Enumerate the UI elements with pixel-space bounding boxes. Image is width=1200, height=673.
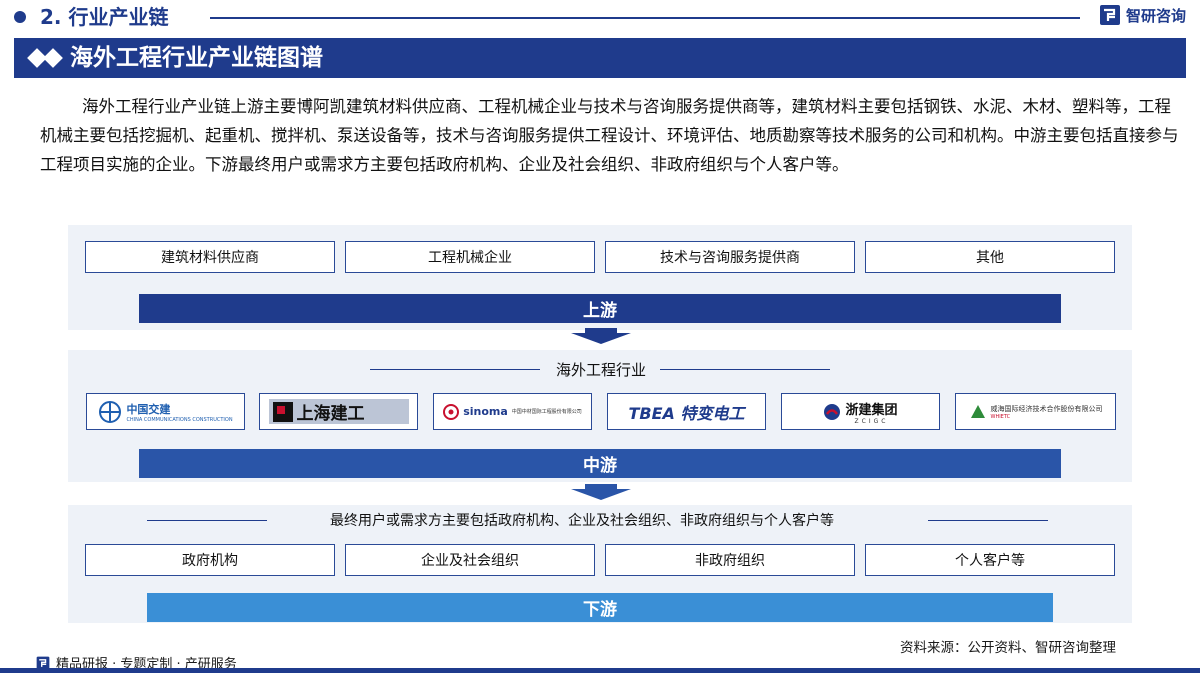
whietc-emblem-icon xyxy=(970,404,985,418)
logo-text: sinoma xyxy=(463,405,508,418)
midstream-band: 中游 xyxy=(139,449,1061,478)
logo-whietc: 威海国际经济技术合作股份有限公司 WHIETC xyxy=(955,393,1116,430)
upstream-item: 工程机械企业 xyxy=(345,241,595,273)
diamond-icon xyxy=(43,48,63,68)
brand-logo: 智研咨询 xyxy=(1099,4,1186,26)
down-arrow-icon xyxy=(571,489,631,500)
upstream-item: 其他 xyxy=(865,241,1115,273)
logo-text: 威海国际经济技术合作股份有限公司 xyxy=(990,404,1103,413)
logo-zcigc: 浙建集团 ZCIGC xyxy=(781,393,940,430)
logo-text: 中国交建 xyxy=(126,402,171,416)
logo-subtext: WHIETC xyxy=(990,413,1011,420)
logo-subtext: 中国中材国际工程股份有限公司 xyxy=(511,408,582,415)
title-rule-left xyxy=(370,369,540,370)
logo-cccc: 中国交建 CHINA COMMUNICATIONS CONSTRUCTION xyxy=(86,393,245,430)
banner-title-bar: 海外工程行业产业链图谱 xyxy=(14,38,1186,78)
scg-emblem-icon xyxy=(272,401,293,422)
logo-text: 上海建工 xyxy=(296,404,365,424)
section-title: 2. 行业产业链 xyxy=(40,5,169,29)
title-rule-right xyxy=(928,520,1048,521)
title-rule-left xyxy=(147,520,267,521)
zcigc-emblem-icon xyxy=(824,403,841,420)
downstream-item: 个人客户等 xyxy=(865,544,1115,576)
downstream-band: 下游 xyxy=(147,593,1053,622)
downstream-title: 最终用户或需求方主要包括政府机构、企业及社会组织、非政府组织与个人客户等 xyxy=(330,513,834,529)
banner-title: 海外工程行业产业链图谱 xyxy=(70,45,323,71)
logo-tbea: TBEA 特变电工 xyxy=(607,393,766,430)
sinoma-emblem-icon xyxy=(443,403,460,420)
upstream-item: 技术与咨询服务提供商 xyxy=(605,241,855,273)
footer-bar xyxy=(0,668,1200,673)
downstream-item: 企业及社会组织 xyxy=(345,544,595,576)
midstream-title: 海外工程行业 xyxy=(556,361,647,379)
logo-sinoma: sinoma 中国中材国际工程股份有限公司 xyxy=(433,393,592,430)
brand-icon xyxy=(1099,5,1120,25)
logo-text: TBEA 特变电工 xyxy=(628,403,745,423)
cccc-emblem-icon xyxy=(99,400,122,423)
downstream-item: 非政府组织 xyxy=(605,544,855,576)
brand-name: 智研咨询 xyxy=(1125,6,1186,25)
title-rule-right xyxy=(660,369,830,370)
logo-subtext: CHINA COMMUNICATIONS CONSTRUCTION xyxy=(126,416,233,423)
logo-subtext: ZCIGC xyxy=(854,417,889,425)
downstream-item: 政府机构 xyxy=(85,544,335,576)
section-bullet xyxy=(14,11,26,23)
upstream-band: 上游 xyxy=(139,294,1061,323)
down-arrow-icon xyxy=(571,333,631,344)
intro-paragraph: 海外工程行业产业链上游主要博阿凯建筑材料供应商、工程机械企业与技术与咨询服务提供… xyxy=(40,97,1179,174)
logo-scg: 上海建工 xyxy=(259,393,418,430)
logo-text: 浙建集团 xyxy=(845,402,898,418)
section-divider xyxy=(210,17,1080,19)
source-note: 资料来源：公开资料、智研咨询整理 xyxy=(900,640,1116,656)
upstream-item: 建筑材料供应商 xyxy=(85,241,335,273)
